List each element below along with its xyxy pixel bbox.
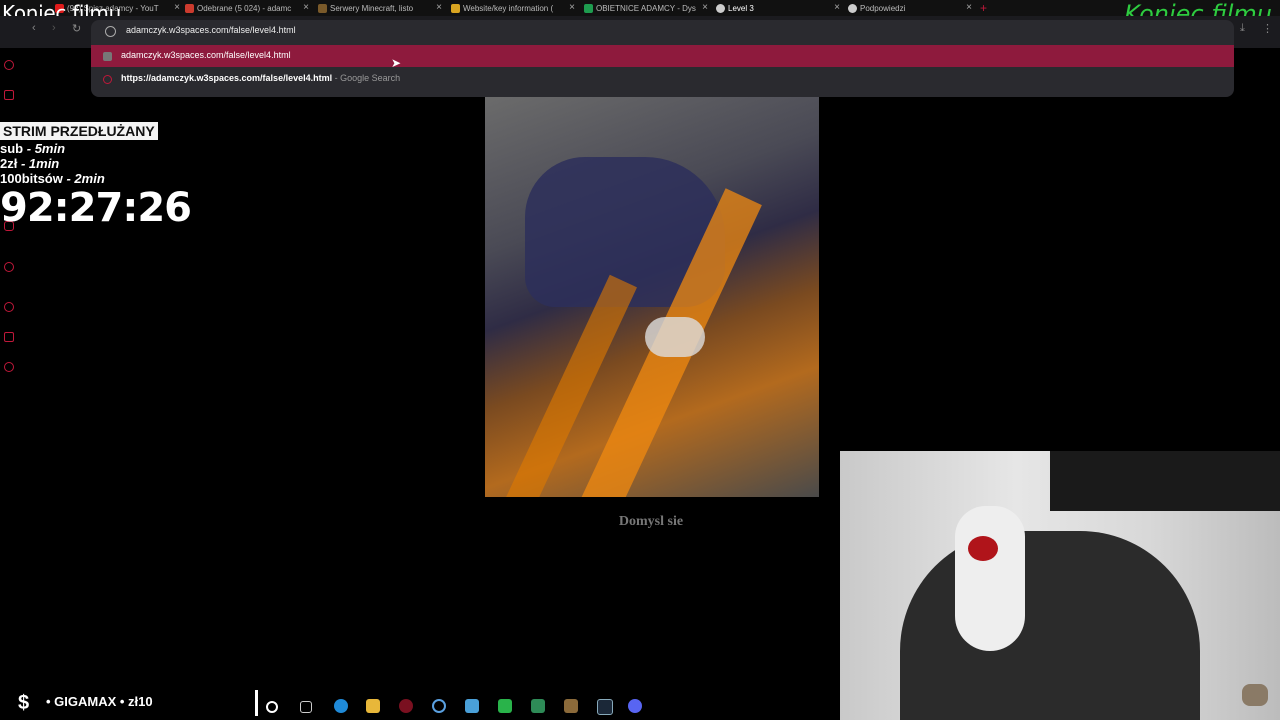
close-tab-icon[interactable]: × bbox=[303, 2, 309, 13]
hand-figure bbox=[645, 317, 705, 357]
url-text[interactable]: adamczyk.w3spaces.com/false/level4.html bbox=[126, 25, 296, 35]
sub-rate: sub - 5min bbox=[0, 141, 191, 156]
gmail-icon bbox=[185, 3, 194, 13]
tab-gmail[interactable]: Odebrane (5 024) - adamc × bbox=[185, 0, 309, 16]
level-image bbox=[485, 97, 819, 497]
globe-icon bbox=[848, 3, 857, 13]
background-shelf bbox=[1050, 451, 1280, 511]
stream-extension-overlay: STRIM PRZEDŁUŻANY sub - 5min 2zł - 1min … bbox=[0, 122, 192, 231]
edge-icon[interactable] bbox=[334, 699, 348, 713]
donor-text: • GIGAMAX • zł10 bbox=[46, 694, 153, 709]
back-arrow-icon[interactable]: ‹ bbox=[32, 22, 36, 34]
tab-obietnice[interactable]: OBIETNICE ADAMCY - Dys × bbox=[584, 0, 708, 16]
url-input[interactable]: adamczyk.w3spaces.com/false/level4.html bbox=[91, 20, 1234, 42]
close-tab-icon[interactable]: × bbox=[702, 2, 708, 13]
bits-value: - 2min bbox=[66, 171, 105, 186]
tab-label: Website/key information ( bbox=[463, 3, 554, 13]
green-app-icon[interactable] bbox=[498, 699, 512, 713]
windows-taskbar bbox=[258, 692, 840, 720]
countdown-timer: 92:27:26 bbox=[0, 185, 192, 231]
tab-label: OBIETNICE ADAMCY - Dys bbox=[596, 3, 696, 13]
download-icon[interactable]: ⤓ bbox=[1240, 22, 1245, 35]
search-suffix: - Google Search bbox=[334, 73, 401, 83]
close-tab-icon[interactable]: × bbox=[834, 2, 840, 13]
sheets-icon bbox=[584, 3, 593, 13]
tab-label: Podpowiedzi bbox=[860, 3, 906, 13]
notepad-icon[interactable] bbox=[465, 699, 479, 713]
close-tab-icon[interactable]: × bbox=[569, 2, 575, 13]
new-tab-button[interactable]: + bbox=[980, 0, 992, 16]
zl-rate: 2zł - 1min bbox=[0, 156, 191, 171]
reload-icon[interactable]: ↻ bbox=[72, 22, 81, 35]
suggestion-search[interactable]: https://adamczyk.w3spaces.com/false/leve… bbox=[91, 68, 1234, 90]
close-tab-icon[interactable]: × bbox=[966, 2, 972, 13]
forward-arrow-icon[interactable]: › bbox=[52, 22, 56, 34]
tab-minecraft-servers[interactable]: Serwery Minecraft, listo × bbox=[318, 0, 442, 16]
spreadsheet-icon[interactable] bbox=[531, 699, 545, 713]
cat-sticker bbox=[1242, 684, 1268, 706]
search-query-text: https://adamczyk.w3spaces.com/false/leve… bbox=[121, 73, 333, 83]
sub-value: - 5min bbox=[26, 141, 66, 156]
globe-icon bbox=[716, 3, 725, 13]
minecraft-icon[interactable] bbox=[564, 699, 578, 713]
suggestion-url[interactable]: adamczyk.w3spaces.com/false/level4.html bbox=[91, 45, 1234, 67]
sub-label: sub bbox=[0, 141, 24, 156]
tab-label: Odebrane (5 024) - adamc bbox=[197, 3, 292, 13]
speedometer-icon[interactable] bbox=[4, 60, 14, 70]
suggestion-url-text: adamczyk.w3spaces.com/false/level4.html bbox=[121, 50, 291, 60]
discord-icon[interactable] bbox=[628, 699, 642, 713]
steam-icon[interactable] bbox=[597, 699, 613, 715]
search-circle-icon[interactable] bbox=[266, 701, 278, 713]
tab-label: Serwery Minecraft, listo bbox=[330, 3, 414, 13]
mouse-cursor-icon: ➤ bbox=[391, 56, 402, 70]
close-tab-icon[interactable]: × bbox=[174, 2, 180, 13]
zl-value: - 1min bbox=[20, 156, 60, 171]
dollar-icon: $ bbox=[18, 692, 30, 714]
globe-icon bbox=[103, 52, 112, 61]
bits-rate: 100bitsów - 2min bbox=[0, 171, 191, 186]
ccleaner-icon[interactable] bbox=[432, 699, 446, 713]
hockey-mask bbox=[955, 506, 1025, 651]
site-info-icon[interactable] bbox=[105, 26, 116, 37]
settings-icon[interactable] bbox=[4, 362, 14, 372]
tab-website-key[interactable]: Website/key information ( × bbox=[451, 0, 575, 16]
tab-podpowiedzi[interactable]: Podpowiedzi × bbox=[848, 0, 972, 16]
streamer-body bbox=[900, 531, 1200, 720]
webcam-feed bbox=[840, 451, 1280, 720]
menu-icon[interactable]: ⋮ bbox=[1262, 22, 1273, 35]
bag-icon[interactable] bbox=[4, 90, 14, 100]
donation-bar: $ • GIGAMAX • zł10 bbox=[0, 690, 258, 716]
cube-icon[interactable] bbox=[4, 332, 14, 342]
tab-label: Level 3 bbox=[728, 3, 754, 13]
search-icon bbox=[103, 75, 112, 84]
tab-level-3[interactable]: Level 3 × bbox=[716, 0, 840, 16]
folder-icon[interactable] bbox=[366, 699, 380, 713]
zl-label: 2zł bbox=[0, 156, 18, 171]
opera-icon[interactable] bbox=[399, 699, 413, 713]
media-icon[interactable] bbox=[4, 262, 14, 272]
blood-splatter bbox=[968, 536, 998, 561]
bits-label: 100bitsów bbox=[0, 171, 63, 186]
trophy-icon bbox=[451, 3, 460, 13]
omnibox-dropdown: adamczyk.w3spaces.com/false/level4.html … bbox=[91, 20, 1234, 97]
close-tab-icon[interactable]: × bbox=[436, 2, 442, 13]
tab-strip: (92) Spisz adamcy - YouT × Odebrane (5 0… bbox=[0, 0, 1280, 16]
pickaxe-icon bbox=[318, 3, 327, 13]
stream-title: STRIM PRZEDŁUŻANY bbox=[0, 122, 158, 140]
task-view-icon[interactable] bbox=[300, 701, 312, 713]
clock-icon[interactable] bbox=[4, 302, 14, 312]
